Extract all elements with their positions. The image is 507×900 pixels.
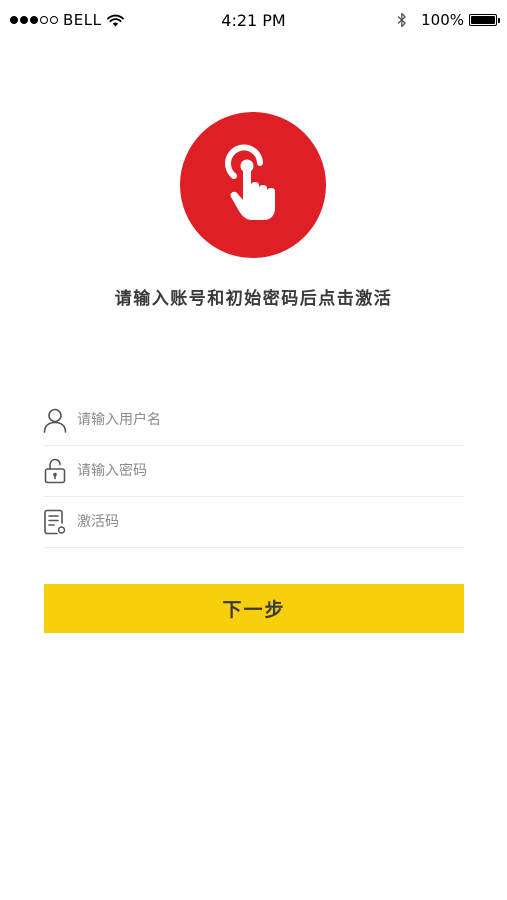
status-right: 100% [397,11,500,29]
activation-code-input[interactable] [77,514,437,530]
next-step-button[interactable]: 下一步 [44,584,464,633]
lock-icon [44,458,66,484]
battery-percent: 100% [421,11,464,29]
instruction-text: 请输入账号和初始密码后点击激活 [114,289,393,309]
password-field[interactable] [43,446,464,497]
activation-code-field[interactable] [43,497,464,548]
tap-hand-icon [180,112,326,258]
battery-icon [469,14,500,26]
document-icon [44,509,66,535]
user-icon [43,408,67,433]
bluetooth-icon [397,12,406,28]
next-step-label: 下一步 [222,599,286,621]
password-input[interactable] [77,463,437,479]
username-input[interactable] [77,412,437,428]
status-bar: BELL 4:21 PM 100% [0,0,507,40]
username-field[interactable] [43,395,464,446]
